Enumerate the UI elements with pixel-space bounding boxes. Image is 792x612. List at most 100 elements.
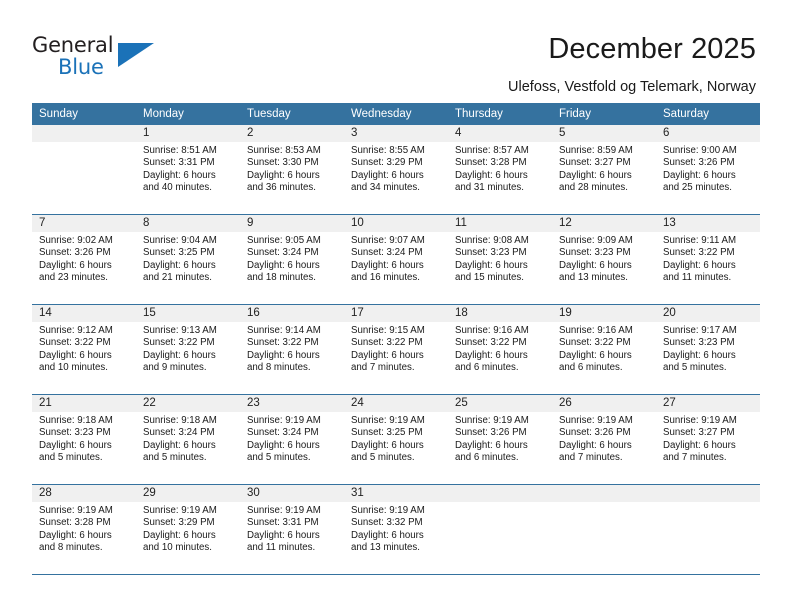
daylight-text-line1: Daylight: 6 hours <box>39 349 112 361</box>
calendar-day-cell[interactable]: 15 Sunrise: 9:13 AM Sunset: 3:22 PM Dayligh… <box>136 305 240 394</box>
daylight-text-line1: Daylight: 6 hours <box>143 529 216 541</box>
calendar-day-cell[interactable]: 22 Sunrise: 9:18 AM Sunset: 3:24 PM Dayligh… <box>136 395 240 484</box>
calendar-day-cell[interactable]: 16 Sunrise: 9:14 AM Sunset: 3:22 PM Dayligh… <box>240 305 344 394</box>
day-number: 9 <box>240 215 344 232</box>
calendar-day-cell[interactable]: 6 Sunrise: 9:00 AM Sunset: 3:26 PM Daylight… <box>656 125 760 214</box>
sunset-text: Sunset: 3:22 PM <box>247 337 319 349</box>
sunset-text: Sunset: 3:23 PM <box>663 337 735 349</box>
sunset-text: Sunset: 3:30 PM <box>247 157 319 169</box>
calendar-day-cell[interactable]: 19 Sunrise: 9:16 AM Sunset: 3:22 PM Dayligh… <box>552 305 656 394</box>
daylight-text-line1: Daylight: 6 hours <box>143 439 216 451</box>
daylight-text-line1: Daylight: 6 hours <box>143 169 216 181</box>
day-details: Sunrise: 9:05 AM Sunset: 3:24 PM Daylight:… <box>240 232 344 285</box>
calendar-day-cell[interactable]: 21 Sunrise: 9:18 AM Sunset: 3:23 PM Dayligh… <box>32 395 136 484</box>
day-number: 25 <box>448 395 552 412</box>
sunset-text: Sunset: 3:25 PM <box>351 427 423 439</box>
daylight-text-line1: Daylight: 6 hours <box>143 259 216 271</box>
sunrise-text: Sunrise: 8:51 AM <box>143 145 217 156</box>
calendar-grid: Sunday Monday Tuesday Wednesday Thursday… <box>32 103 760 575</box>
calendar-day-cell[interactable]: 9 Sunrise: 9:05 AM Sunset: 3:24 PM Daylight… <box>240 215 344 304</box>
calendar-day-cell[interactable]: 11 Sunrise: 9:08 AM Sunset: 3:23 PM Dayligh… <box>448 215 552 304</box>
calendar-day-cell-empty <box>32 125 136 214</box>
calendar-day-cell[interactable]: 26 Sunrise: 9:19 AM Sunset: 3:26 PM Dayligh… <box>552 395 656 484</box>
logo-text-blue: Blue <box>58 55 104 79</box>
calendar-day-cell[interactable]: 8 Sunrise: 9:04 AM Sunset: 3:25 PM Daylight… <box>136 215 240 304</box>
daylight-text-line1: Daylight: 6 hours <box>351 169 424 181</box>
calendar-day-cell[interactable]: 20 Sunrise: 9:17 AM Sunset: 3:23 PM Dayligh… <box>656 305 760 394</box>
day-details: Sunrise: 9:09 AM Sunset: 3:23 PM Daylight:… <box>552 232 656 285</box>
daylight-text-line2: and 21 minutes. <box>143 272 212 284</box>
sunrise-text: Sunrise: 9:07 AM <box>351 235 425 246</box>
calendar-week-row: 21 Sunrise: 9:18 AM Sunset: 3:23 PM Dayligh… <box>32 395 760 485</box>
sunset-text: Sunset: 3:23 PM <box>559 247 631 259</box>
daylight-text-line1: Daylight: 6 hours <box>663 349 736 361</box>
daylight-text-line1: Daylight: 6 hours <box>559 169 632 181</box>
day-number: 13 <box>656 215 760 232</box>
calendar-day-cell[interactable]: 2 Sunrise: 8:53 AM Sunset: 3:30 PM Daylight… <box>240 125 344 214</box>
calendar-day-cell[interactable]: 17 Sunrise: 9:15 AM Sunset: 3:22 PM Dayligh… <box>344 305 448 394</box>
calendar-day-cell[interactable]: 24 Sunrise: 9:19 AM Sunset: 3:25 PM Dayligh… <box>344 395 448 484</box>
sunset-text: Sunset: 3:29 PM <box>143 517 215 529</box>
calendar-day-cell[interactable]: 18 Sunrise: 9:16 AM Sunset: 3:22 PM Dayligh… <box>448 305 552 394</box>
daylight-text-line2: and 34 minutes. <box>351 182 420 194</box>
day-details: Sunrise: 9:17 AM Sunset: 3:23 PM Daylight:… <box>656 322 760 375</box>
daylight-text-line2: and 13 minutes. <box>559 272 628 284</box>
day-details: Sunrise: 8:53 AM Sunset: 3:30 PM Daylight:… <box>240 142 344 195</box>
calendar-day-cell[interactable]: 30 Sunrise: 9:19 AM Sunset: 3:31 PM Dayligh… <box>240 485 344 574</box>
sunset-text: Sunset: 3:24 PM <box>143 427 215 439</box>
calendar-day-cell[interactable]: 4 Sunrise: 8:57 AM Sunset: 3:28 PM Daylight… <box>448 125 552 214</box>
daylight-text-line1: Daylight: 6 hours <box>351 439 424 451</box>
sunrise-text: Sunrise: 9:19 AM <box>247 505 321 516</box>
calendar-day-cell[interactable]: 10 Sunrise: 9:07 AM Sunset: 3:24 PM Dayligh… <box>344 215 448 304</box>
day-number: 23 <box>240 395 344 412</box>
sunrise-text: Sunrise: 9:18 AM <box>143 415 217 426</box>
day-number: 26 <box>552 395 656 412</box>
calendar-day-cell[interactable]: 5 Sunrise: 8:59 AM Sunset: 3:27 PM Daylight… <box>552 125 656 214</box>
day-details: Sunrise: 9:19 AM Sunset: 3:24 PM Daylight:… <box>240 412 344 465</box>
sunrise-text: Sunrise: 8:55 AM <box>351 145 425 156</box>
calendar-day-cell[interactable]: 29 Sunrise: 9:19 AM Sunset: 3:29 PM Dayligh… <box>136 485 240 574</box>
daylight-text-line1: Daylight: 6 hours <box>663 259 736 271</box>
calendar-day-cell[interactable]: 13 Sunrise: 9:11 AM Sunset: 3:22 PM Dayligh… <box>656 215 760 304</box>
calendar-day-cell[interactable]: 3 Sunrise: 8:55 AM Sunset: 3:29 PM Daylight… <box>344 125 448 214</box>
daylight-text-line1: Daylight: 6 hours <box>455 349 528 361</box>
page-subtitle: Ulefoss, Vestfold og Telemark, Norway <box>508 79 756 95</box>
calendar-week-row: 1 Sunrise: 8:51 AM Sunset: 3:31 PM Daylight… <box>32 125 760 215</box>
daylight-text-line1: Daylight: 6 hours <box>559 259 632 271</box>
general-blue-logo[interactable]: General Blue <box>32 33 172 85</box>
calendar-day-cell[interactable]: 28 Sunrise: 9:19 AM Sunset: 3:28 PM Dayligh… <box>32 485 136 574</box>
daylight-text-line2: and 11 minutes. <box>663 272 732 284</box>
daylight-text-line1: Daylight: 6 hours <box>559 349 632 361</box>
daylight-text-line2: and 5 minutes. <box>143 452 207 464</box>
daylight-text-line2: and 10 minutes. <box>39 362 108 374</box>
day-number: 20 <box>656 305 760 322</box>
sunrise-text: Sunrise: 9:16 AM <box>455 325 529 336</box>
day-details <box>552 502 656 505</box>
calendar-day-cell-empty <box>552 485 656 574</box>
sunrise-text: Sunrise: 9:13 AM <box>143 325 217 336</box>
daylight-text-line2: and 6 minutes. <box>455 452 519 464</box>
day-details: Sunrise: 8:51 AM Sunset: 3:31 PM Daylight:… <box>136 142 240 195</box>
calendar-day-cell[interactable]: 12 Sunrise: 9:09 AM Sunset: 3:23 PM Dayligh… <box>552 215 656 304</box>
calendar-day-cell[interactable]: 23 Sunrise: 9:19 AM Sunset: 3:24 PM Dayligh… <box>240 395 344 484</box>
daylight-text-line2: and 7 minutes. <box>663 452 727 464</box>
sunrise-text: Sunrise: 8:57 AM <box>455 145 529 156</box>
sunset-text: Sunset: 3:24 PM <box>351 247 423 259</box>
sunset-text: Sunset: 3:22 PM <box>143 337 215 349</box>
daylight-text-line2: and 25 minutes. <box>663 182 732 194</box>
calendar-day-cell[interactable]: 14 Sunrise: 9:12 AM Sunset: 3:22 PM Dayligh… <box>32 305 136 394</box>
calendar-day-cell[interactable]: 31 Sunrise: 9:19 AM Sunset: 3:32 PM Dayligh… <box>344 485 448 574</box>
sunrise-text: Sunrise: 9:19 AM <box>455 415 529 426</box>
calendar-day-cell[interactable]: 25 Sunrise: 9:19 AM Sunset: 3:26 PM Dayligh… <box>448 395 552 484</box>
sunset-text: Sunset: 3:23 PM <box>39 427 111 439</box>
sunrise-text: Sunrise: 9:05 AM <box>247 235 321 246</box>
sunset-text: Sunset: 3:22 PM <box>559 337 631 349</box>
day-number: 11 <box>448 215 552 232</box>
day-details: Sunrise: 9:18 AM Sunset: 3:23 PM Daylight:… <box>32 412 136 465</box>
sunrise-text: Sunrise: 9:14 AM <box>247 325 321 336</box>
calendar-day-cell[interactable]: 1 Sunrise: 8:51 AM Sunset: 3:31 PM Daylight… <box>136 125 240 214</box>
calendar-day-cell[interactable]: 27 Sunrise: 9:19 AM Sunset: 3:27 PM Dayligh… <box>656 395 760 484</box>
calendar-day-cell[interactable]: 7 Sunrise: 9:02 AM Sunset: 3:26 PM Daylight… <box>32 215 136 304</box>
page-title: December 2025 <box>548 33 756 65</box>
sunrise-text: Sunrise: 9:08 AM <box>455 235 529 246</box>
